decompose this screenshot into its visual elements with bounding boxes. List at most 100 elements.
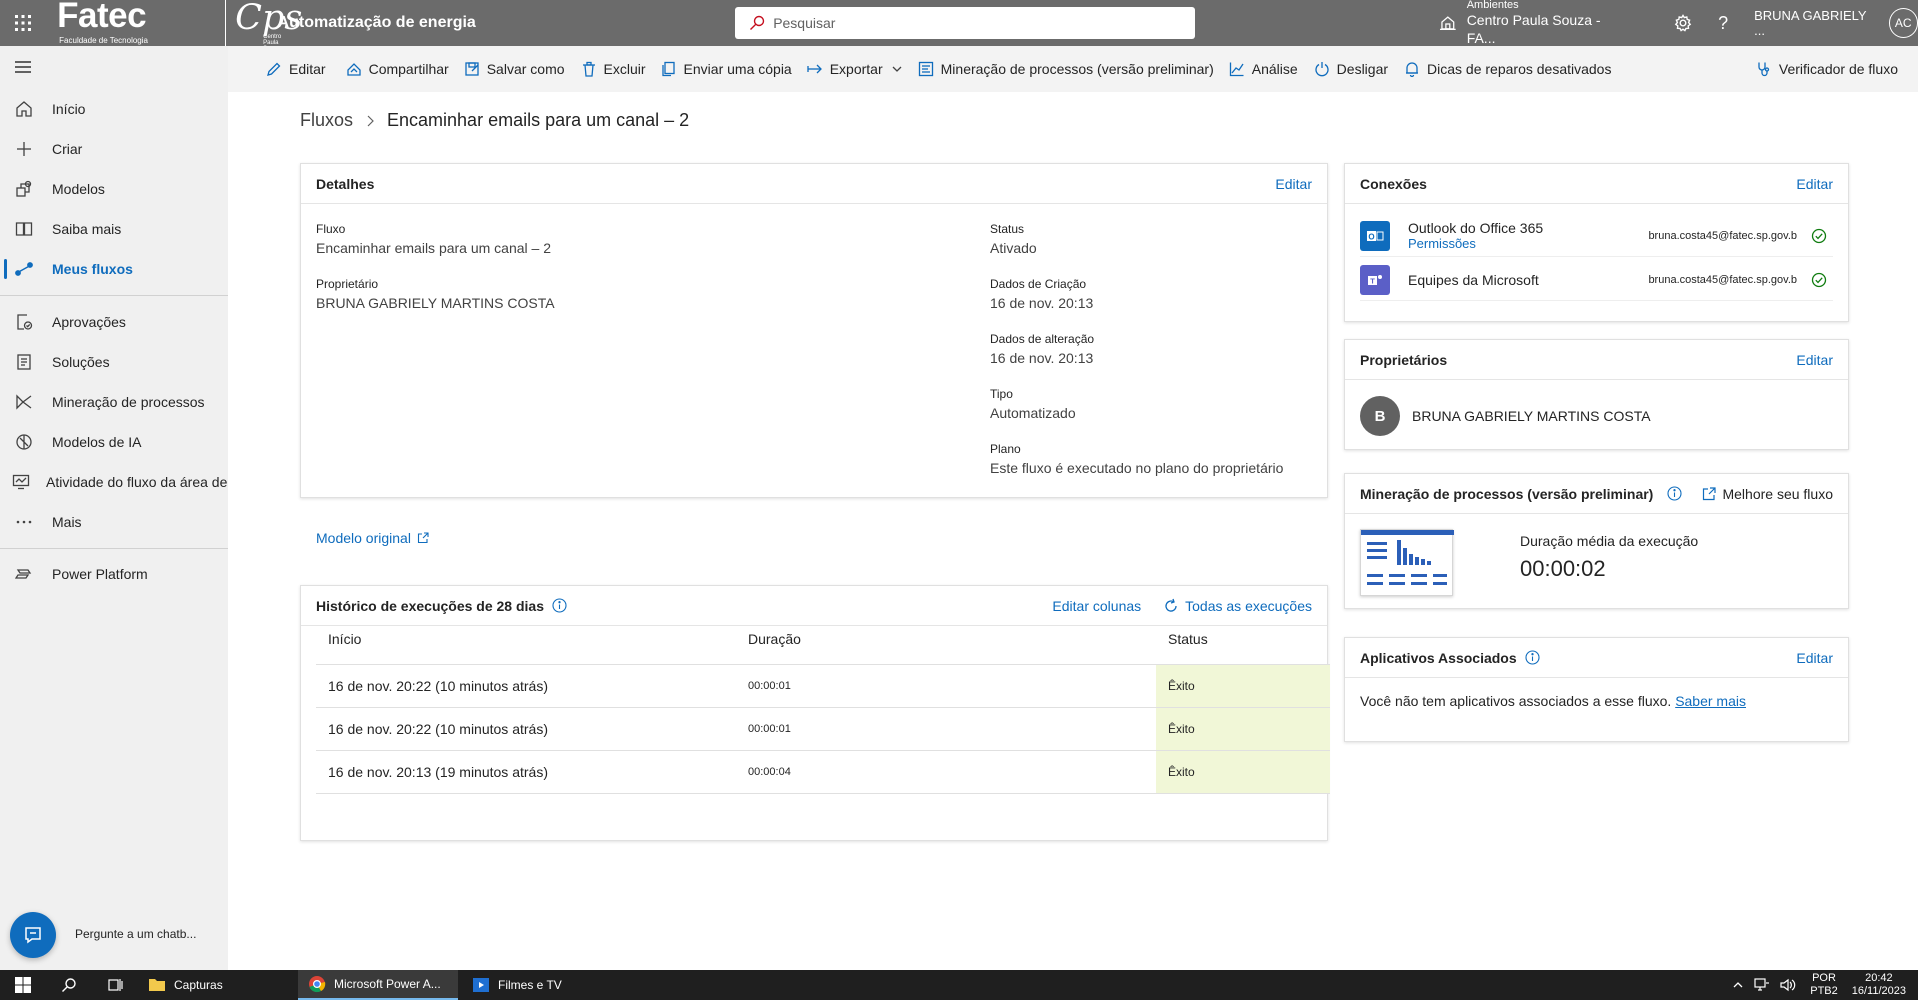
language-indicator[interactable]: POR PTB2 — [1810, 972, 1838, 998]
taskbar-app-label: Capturas — [174, 978, 223, 992]
run-status: Êxito — [1156, 750, 1330, 794]
network-icon[interactable] — [1754, 978, 1770, 992]
apps-empty-message: Você não tem aplicativos associados a es… — [1360, 693, 1746, 709]
chatbot-button[interactable] — [10, 912, 56, 958]
analysis-button[interactable]: Análise — [1229, 46, 1298, 92]
nav-item-solucoes[interactable]: Soluções — [0, 344, 228, 380]
nav-item-saiba-mais[interactable]: Saiba mais — [0, 211, 228, 247]
nav-item-aprovacoes[interactable]: Aprovações — [0, 304, 228, 340]
outlook-icon: O — [1360, 220, 1390, 251]
delete-button[interactable]: Excluir — [581, 46, 646, 92]
table-header-row: Início Duração Status — [316, 614, 1330, 665]
column-header-duration[interactable]: Duração — [736, 614, 1156, 665]
all-runs-label: Todas as execuções — [1185, 597, 1312, 614]
flow-checker-button[interactable]: Verificador de fluxo — [1756, 46, 1898, 92]
send-copy-button[interactable]: Enviar uma cópia — [661, 46, 792, 92]
connection-row-teams[interactable]: T Equipes da Microsoft bruna.costa45@fat… — [1360, 259, 1833, 301]
plan-label: Plano — [990, 442, 1021, 456]
taskbar-app-power-automate[interactable]: Microsoft Power A... — [298, 970, 458, 1000]
help-icon[interactable]: ? — [1718, 13, 1728, 34]
learn-more-link[interactable]: Saber mais — [1675, 693, 1746, 709]
taskbar-search-icon[interactable] — [46, 970, 92, 1000]
movies-icon — [473, 978, 489, 992]
owners-edit-link[interactable]: Editar — [1796, 352, 1833, 368]
edit-button[interactable]: Editar — [266, 46, 326, 92]
nav-label: Mineração de processos — [52, 394, 205, 410]
environment-selector[interactable]: Ambientes Centro Paula Souza - FA... — [1439, 0, 1630, 47]
permissions-link[interactable]: Permissões — [1408, 236, 1543, 251]
nav-item-meus-fluxos[interactable]: Meus fluxos — [0, 251, 228, 287]
flows-icon — [12, 260, 36, 278]
connections-edit-link[interactable]: Editar — [1796, 176, 1833, 192]
app-title: Automatização de energia — [277, 14, 476, 31]
nav-item-criar[interactable]: Criar — [0, 131, 228, 167]
table-row[interactable]: 16 de nov. 20:22 (10 minutos atrás) 00:0… — [316, 664, 1330, 708]
clock[interactable]: 20:42 16/11/2023 — [1852, 972, 1906, 998]
share-button[interactable]: Compartilhar — [346, 46, 449, 92]
connection-row-outlook[interactable]: O Outlook do Office 365 Permissões bruna… — [1360, 215, 1833, 257]
repair-tips-button[interactable]: Dicas de reparos desativados — [1404, 46, 1611, 92]
chevron-up-icon[interactable] — [1732, 979, 1744, 991]
taskbar-app-filmes-tv[interactable]: Filmes e TV — [462, 970, 582, 1000]
nav-item-inicio[interactable]: Início — [0, 91, 228, 127]
taskbar-app-label: Filmes e TV — [498, 978, 562, 992]
flow-value: Encaminhar emails para um canal – 2 — [316, 240, 552, 256]
nav-item-mineracao-processos[interactable]: Mineração de processos — [0, 384, 228, 420]
save-as-label: Salvar como — [486, 61, 565, 77]
apps-edit-link[interactable]: Editar — [1796, 650, 1833, 666]
column-header-status[interactable]: Status — [1156, 614, 1330, 665]
user-name[interactable]: BRUNA GABRIELY ... — [1754, 8, 1878, 38]
run-start[interactable]: 16 de nov. 20:22 (10 minutos atrás) — [316, 707, 736, 751]
edit-columns-link[interactable]: Editar colunas — [1052, 598, 1141, 614]
nav-item-power-platform[interactable]: Power Platform — [0, 556, 228, 592]
nav-item-modelos[interactable]: Modelos — [0, 171, 228, 207]
nav-item-mais[interactable]: Mais — [0, 504, 228, 540]
logo-divider — [225, 0, 227, 46]
user-avatar[interactable]: AC — [1888, 8, 1918, 38]
info-icon[interactable] — [1525, 650, 1540, 665]
owners-card: Proprietários Editar B BRUNA GABRIELY MA… — [1344, 339, 1849, 450]
settings-gear-icon[interactable] — [1674, 14, 1692, 32]
taskbar-app-capturas[interactable]: Capturas — [138, 970, 294, 1000]
run-start[interactable]: 16 de nov. 20:13 (19 minutos atrás) — [316, 750, 736, 794]
stethoscope-icon — [1758, 62, 1770, 77]
desktop-activity-icon — [12, 473, 30, 491]
info-icon[interactable] — [1667, 486, 1682, 501]
windows-start-icon[interactable] — [0, 970, 46, 1000]
save-as-button[interactable]: Salvar como — [464, 46, 565, 92]
home-icon — [12, 100, 36, 118]
task-view-icon[interactable] — [92, 970, 138, 1000]
app-launcher-icon[interactable] — [0, 0, 45, 46]
repair-tips-label: Dicas de reparos desativados — [1427, 61, 1612, 77]
connection-email: bruna.costa45@fatec.sp.gov.b — [1648, 229, 1797, 242]
nav-item-modelos-ia[interactable]: Modelos de IA — [0, 424, 228, 460]
search-box[interactable]: Pesquisar — [735, 7, 1196, 39]
column-header-start[interactable]: Início — [316, 614, 736, 665]
nav-label: Modelos — [52, 181, 105, 197]
volume-icon[interactable] — [1780, 978, 1796, 992]
details-edit-link[interactable]: Editar — [1275, 176, 1312, 192]
process-mining-button[interactable]: Mineração de processos (versão prelimina… — [918, 46, 1214, 92]
improve-flow-link[interactable]: Melhore seu fluxo — [1702, 486, 1833, 502]
nav-item-atividade-fluxo[interactable]: Atividade do fluxo da área de trabalho — [0, 464, 228, 500]
run-start[interactable]: 16 de nov. 20:22 (10 minutos atrás) — [316, 664, 736, 708]
collapse-nav-icon[interactable] — [14, 60, 32, 74]
all-runs-link[interactable]: Todas as execuções — [1163, 598, 1312, 614]
chatbot-icon — [25, 927, 41, 944]
export-button[interactable]: Exportar — [807, 46, 903, 92]
templates-icon — [12, 180, 36, 198]
connections-title: Conexões — [1360, 175, 1427, 192]
run-status: Êxito — [1156, 707, 1330, 751]
info-icon[interactable] — [552, 598, 567, 613]
chatbot-label[interactable]: Pergunte a um chatb... — [75, 927, 196, 941]
turn-off-button[interactable]: Desligar — [1314, 46, 1388, 92]
table-row[interactable]: 16 de nov. 20:22 (10 minutos atrás) 00:0… — [316, 707, 1330, 751]
analysis-label: Análise — [1251, 61, 1298, 77]
owner-label: Proprietário — [316, 277, 379, 291]
turn-off-label: Desligar — [1336, 61, 1389, 77]
nav-label: Mais — [52, 514, 82, 530]
breadcrumb-flows-link[interactable]: Fluxos — [300, 110, 353, 131]
original-template-link[interactable]: Modelo original — [316, 530, 429, 546]
type-value: Automatizado — [990, 405, 1076, 421]
table-row[interactable]: 16 de nov. 20:13 (19 minutos atrás) 00:0… — [316, 750, 1330, 794]
